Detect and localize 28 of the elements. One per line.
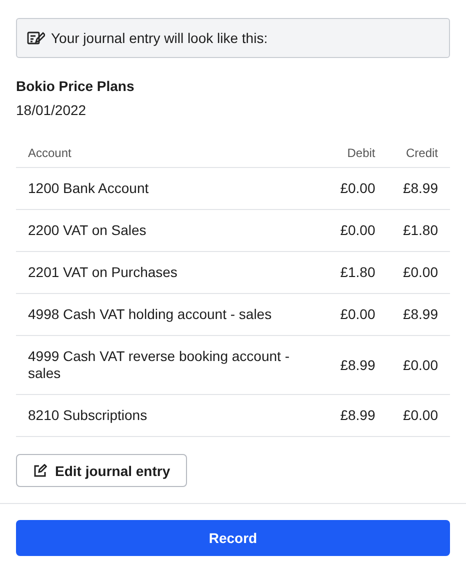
credit-cell: £8.99 <box>387 294 450 336</box>
column-header: Account <box>16 136 320 168</box>
record-button[interactable]: Record <box>16 520 450 556</box>
column-header: Debit <box>320 136 388 168</box>
journal-pen-icon <box>27 31 45 45</box>
debit-cell: £1.80 <box>320 252 388 294</box>
account-cell: 4999 Cash VAT reverse booking account - sales <box>16 336 320 394</box>
debit-cell: £0.00 <box>320 168 388 210</box>
credit-cell: £8.99 <box>387 168 450 210</box>
account-cell: 4998 Cash VAT holding account - sales <box>16 294 320 336</box>
account-cell: 2200 VAT on Sales <box>16 210 320 252</box>
credit-cell: £0.00 <box>387 394 450 436</box>
credit-cell: £1.80 <box>387 210 450 252</box>
debit-cell: £0.00 <box>320 294 388 336</box>
debit-cell: £0.00 <box>320 210 388 252</box>
entry-title: Bokio Price Plans <box>16 78 136 94</box>
edit-icon <box>33 464 47 478</box>
account-cell: 8210 Subscriptions <box>16 394 320 436</box>
credit-cell: £0.00 <box>387 252 450 294</box>
entry-date: 18/01/2022 <box>16 102 88 118</box>
debit-cell: £8.99 <box>320 394 388 436</box>
account-cell: 2201 VAT on Purchases <box>16 252 320 294</box>
debit-cell: £8.99 <box>320 336 388 394</box>
credit-cell: £0.00 <box>387 336 450 394</box>
column-header: Credit <box>387 136 450 168</box>
edit-journal-button[interactable]: Edit journal entry <box>16 454 188 487</box>
account-cell: 1200 Bank Account <box>16 168 320 210</box>
notice-text: Your journal entry will look like this: <box>51 30 268 46</box>
